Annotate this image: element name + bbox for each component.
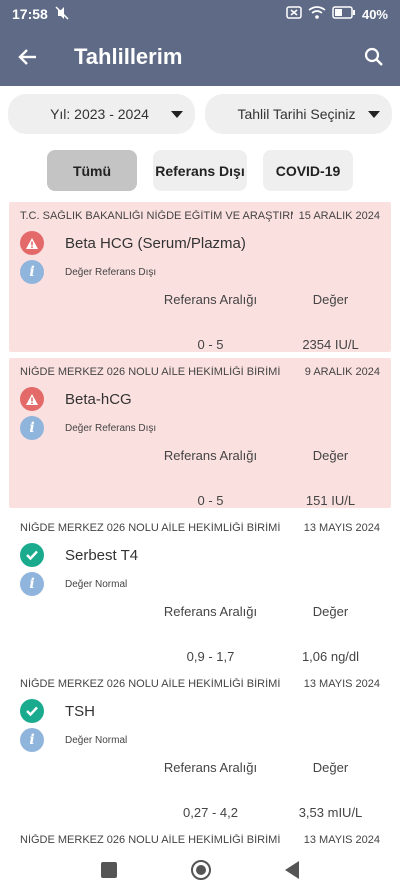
date-dropdown-label: Tahlil Tarihi Seçiniz xyxy=(237,106,356,122)
filter-bar: Yıl: 2023 - 2024 Tahlil Tarihi Seçiniz xyxy=(8,94,392,134)
result-date: 15 ARALIK 2024 xyxy=(298,210,380,222)
year-dropdown[interactable]: Yıl: 2023 - 2024 xyxy=(8,94,195,134)
result-status: Değer Normal xyxy=(65,578,128,590)
search-button[interactable] xyxy=(348,28,400,86)
filter-tabs: Tümü Referans Dışı COVID-19 xyxy=(0,150,400,191)
info-icon[interactable]: i xyxy=(20,728,44,752)
lab-name: NİĞDE MERKEZ 026 NOLU AİLE HEKİMLİĞİ BİR… xyxy=(20,522,281,534)
arrow-left-icon xyxy=(18,49,36,65)
range-header: Referans Aralığı xyxy=(163,447,258,463)
result-status: Değer Normal xyxy=(65,734,128,746)
range-header: Referans Aralığı xyxy=(163,759,258,775)
result-status: Değer Referans Dışı xyxy=(65,422,157,434)
tab-all[interactable]: Tümü xyxy=(47,150,137,191)
range-header: Referans Aralığı xyxy=(163,291,258,307)
mute-icon xyxy=(54,5,70,23)
lab-name: NİĞDE MERKEZ 026 NOLU AİLE HEKİMLİĞİ BİR… xyxy=(20,834,281,846)
system-nav-bar xyxy=(0,848,400,891)
warning-icon xyxy=(20,387,44,411)
battery-percent: 40% xyxy=(361,6,388,22)
back-nav-button[interactable] xyxy=(285,860,299,879)
dropdown-arrow-icon xyxy=(368,110,380,118)
result-card[interactable]: NİĞDE MERKEZ 026 NOLU AİLE HEKİMLİĞİ BİR… xyxy=(9,670,391,820)
result-date: 9 ARALIK 2024 xyxy=(304,366,380,378)
dropdown-arrow-icon xyxy=(171,110,183,118)
sim-off-icon xyxy=(286,6,302,22)
info-icon[interactable]: i xyxy=(20,572,44,596)
year-dropdown-label: Yıl: 2023 - 2024 xyxy=(50,106,149,122)
results-list[interactable]: T.C. SAĞLIK BAKANLIĞI NİĞDE EĞİTİM VE AR… xyxy=(0,198,400,848)
info-icon[interactable]: i xyxy=(20,416,44,440)
search-icon xyxy=(364,47,383,66)
battery-icon xyxy=(332,6,356,22)
tab-out-of-range[interactable]: Referans Dışı xyxy=(153,150,247,191)
lab-name: T.C. SAĞLIK BAKANLIĞI NİĞDE EĞİTİM VE AR… xyxy=(20,210,293,222)
info-icon[interactable]: i xyxy=(20,260,44,284)
date-dropdown[interactable]: Tahlil Tarihi Seçiniz xyxy=(205,94,392,134)
recents-button[interactable] xyxy=(101,861,117,878)
lab-name: NİĞDE MERKEZ 026 NOLU AİLE HEKİMLİĞİ BİR… xyxy=(20,678,281,690)
status-time: 17:58 xyxy=(12,6,48,22)
value-header: Değer xyxy=(312,447,349,463)
test-name: Beta-hCG xyxy=(65,390,132,408)
check-icon xyxy=(20,543,44,567)
value-header: Değer xyxy=(312,759,349,775)
lab-name: NİĞDE MERKEZ 026 NOLU AİLE HEKİMLİĞİ BİR… xyxy=(20,366,281,378)
warning-icon xyxy=(20,231,44,255)
app-bar: Tahlillerim xyxy=(0,28,400,86)
test-name: Serbest T4 xyxy=(65,546,139,564)
tab-covid[interactable]: COVID-19 xyxy=(263,150,353,191)
result-card[interactable]: NİĞDE MERKEZ 026 NOLU AİLE HEKİMLİĞİ BİR… xyxy=(9,826,391,848)
home-button[interactable] xyxy=(191,859,211,880)
result-date: 13 MAYIS 2024 xyxy=(303,522,380,534)
value-header: Değer xyxy=(312,291,349,307)
check-icon xyxy=(20,699,44,723)
result-status: Değer Referans Dışı xyxy=(65,266,157,278)
test-name: Beta HCG (Serum/Plazma) xyxy=(65,234,246,252)
wifi-icon xyxy=(308,6,326,22)
home-icon xyxy=(196,864,206,875)
page-title: Tahlillerim xyxy=(74,44,183,69)
result-date: 13 MAYIS 2024 xyxy=(303,834,380,846)
result-date: 13 MAYIS 2024 xyxy=(303,678,380,690)
range-header: Referans Aralığı xyxy=(163,603,258,619)
result-card[interactable]: T.C. SAĞLIK BAKANLIĞI NİĞDE EĞİTİM VE AR… xyxy=(9,202,391,352)
test-name: TSH xyxy=(65,702,95,720)
back-button[interactable] xyxy=(0,28,56,86)
status-bar: 17:58 40% xyxy=(0,0,400,28)
result-card[interactable]: NİĞDE MERKEZ 026 NOLU AİLE HEKİMLİĞİ BİR… xyxy=(9,358,391,508)
value-header: Değer xyxy=(312,603,349,619)
result-card[interactable]: NİĞDE MERKEZ 026 NOLU AİLE HEKİMLİĞİ BİR… xyxy=(9,514,391,664)
